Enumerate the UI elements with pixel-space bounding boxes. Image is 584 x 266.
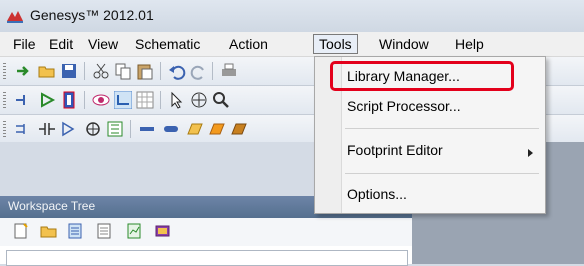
cut-icon[interactable] (92, 62, 110, 80)
title-bar: Genesys™ 2012.01 (0, 0, 584, 32)
redo-icon[interactable] (190, 62, 208, 80)
pointer-icon[interactable] (168, 91, 186, 109)
toolbar-grip[interactable] (3, 63, 6, 79)
menu-item-script-processor[interactable]: Script Processor... (347, 93, 461, 119)
save-icon[interactable] (60, 62, 78, 80)
workspace-tree-toolbar (0, 218, 412, 246)
rounded-line-icon[interactable] (162, 120, 180, 138)
menu-view[interactable]: View (83, 35, 123, 53)
diode-icon[interactable] (60, 120, 78, 138)
amplifier-icon[interactable] (38, 91, 56, 109)
menu-separator (345, 173, 539, 174)
pan-icon[interactable] (190, 91, 208, 109)
submenu-arrow-icon (528, 149, 533, 157)
wire-icon[interactable] (114, 91, 132, 109)
print-icon[interactable] (220, 62, 238, 80)
toolbar-separator (84, 62, 85, 80)
component-icon[interactable] (60, 91, 78, 109)
line-icon[interactable] (138, 120, 156, 138)
sparameter-icon[interactable] (106, 120, 124, 138)
paint-brown-icon[interactable] (230, 120, 248, 138)
window-title: Genesys™ 2012.01 (30, 7, 154, 23)
paint-orange-icon[interactable] (208, 120, 226, 138)
panel-title: Workspace Tree (8, 199, 96, 213)
toolbar-grip[interactable] (3, 92, 6, 108)
dataset-icon[interactable] (96, 222, 114, 240)
menu-tools[interactable]: Tools (313, 34, 358, 54)
menu-edit[interactable]: Edit (44, 35, 78, 53)
paint-yellow-icon[interactable] (186, 120, 204, 138)
menu-window[interactable]: Window (374, 35, 434, 53)
new-item-icon[interactable] (12, 222, 30, 240)
menu-item-footprint-editor[interactable]: Footprint Editor (347, 137, 443, 163)
genesys-logo-icon (7, 11, 23, 23)
toolbar-grip[interactable] (3, 121, 6, 137)
menu-bar: File Edit View Schematic Action Tools Wi… (0, 32, 584, 57)
menu-item-options[interactable]: Options... (347, 181, 407, 207)
library-icon[interactable] (154, 222, 172, 240)
menu-separator (345, 128, 539, 129)
graph-icon[interactable] (126, 222, 144, 240)
document-icon[interactable] (66, 222, 84, 240)
menu-action[interactable]: Action (224, 35, 273, 53)
eye-icon[interactable] (92, 91, 110, 109)
copy-icon[interactable] (114, 62, 132, 80)
undo-icon[interactable] (168, 62, 186, 80)
toolbar-separator (160, 62, 161, 80)
grid-icon[interactable] (136, 91, 154, 109)
paste-icon[interactable] (136, 62, 154, 80)
toolbar-separator (84, 91, 85, 109)
toolbar-separator (160, 91, 161, 109)
open-folder-icon[interactable] (38, 62, 56, 80)
library-manager-highlight (330, 61, 514, 91)
toolbar-separator (212, 62, 213, 80)
port-icon[interactable] (14, 120, 32, 138)
open-folder-icon[interactable] (40, 222, 58, 240)
menu-help[interactable]: Help (450, 35, 489, 53)
source-icon[interactable] (84, 120, 102, 138)
menu-schematic[interactable]: Schematic (130, 35, 205, 53)
menu-file[interactable]: File (8, 35, 41, 53)
zoom-icon[interactable] (212, 91, 230, 109)
capacitor-icon[interactable] (38, 120, 56, 138)
pin-icon[interactable] (14, 91, 32, 109)
toolbar-separator (130, 120, 131, 138)
new-icon[interactable] (14, 62, 32, 80)
